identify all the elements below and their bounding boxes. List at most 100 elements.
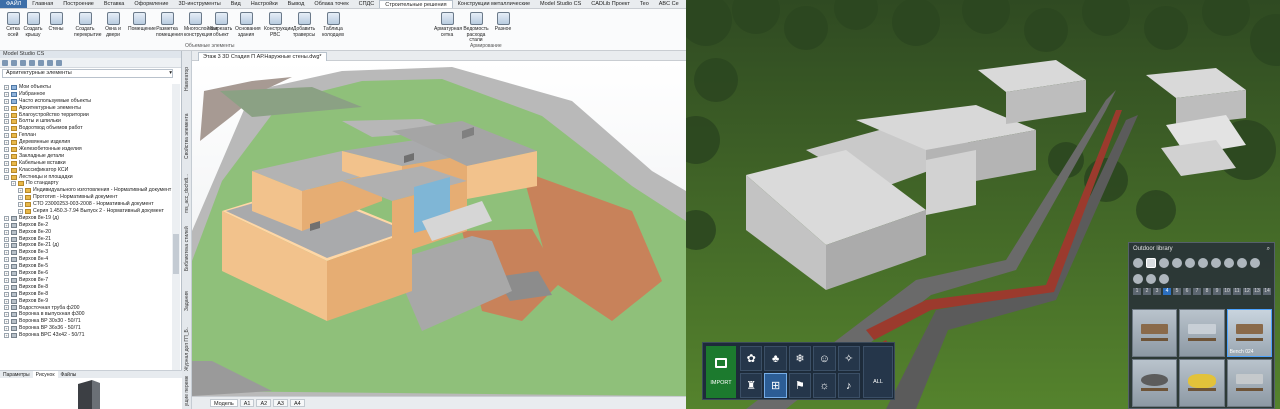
library-page[interactable]: 13 [1253,288,1261,295]
ribbon-button[interactable]: Помещение [128,12,156,33]
panel-tab[interactable]: Файлы [58,371,80,378]
tree-item[interactable]: + Воронка ВРС 43х42 - 50/71 [0,332,172,339]
tree-item[interactable]: + СТО 23000253-003-2008 - Нормативный док… [0,201,172,208]
ribbon-button[interactable]: Ведомость расхода стали [463,12,489,44]
forest-icon[interactable]: ❄ [788,346,812,371]
ribbon-button[interactable]: Разметка помещения [156,12,183,38]
expand-icon[interactable]: + [11,181,16,187]
library-page[interactable]: 10 [1223,288,1231,295]
folder-icon[interactable] [2,59,8,66]
ribbon-button[interactable]: Добавить траверсы [293,12,315,38]
tree-icon[interactable]: ♣ [764,346,787,371]
panel-tab[interactable]: Параметры [0,371,33,378]
side-tab[interactable]: Библиотека стилей [183,221,191,276]
car-icon[interactable]: ⚑ [788,373,812,398]
expand-icon[interactable]: + [4,119,9,125]
ribbon-button[interactable]: Вырезать объект [210,12,232,38]
ribbon-tab[interactable]: Вид [226,0,246,8]
cad-3d-viewport[interactable] [192,61,686,396]
tree-item[interactable]: + Деревянные изделия [0,139,172,146]
expand-icon[interactable]: + [4,257,9,263]
ribbon-tab[interactable]: Настройки [246,0,283,8]
library-item-selected[interactable]: Bench 024 [1226,309,1272,357]
side-tab[interactable]: Задания [183,281,191,321]
library-page[interactable]: 2 [1143,288,1151,295]
ribbon-tab[interactable]: Teo [635,0,654,8]
grid-icon[interactable] [38,59,44,66]
tree-item[interactable]: + Избранное [0,91,172,98]
effects-icon[interactable]: ✧ [837,346,860,371]
expand-icon[interactable]: + [4,326,9,332]
expand-icon[interactable]: + [4,174,9,180]
expand-icon[interactable]: + [4,291,9,297]
tree-item[interactable]: + Серия 1.450.3-7.94 Выпуск 2 - Нормативн… [0,208,172,215]
expand-icon[interactable]: + [4,270,9,276]
bench-category-icon[interactable] [1146,258,1156,269]
expand-icon[interactable]: + [4,333,9,338]
tree-item[interactable]: + Лестницы и площадки [0,174,172,181]
ribbon-tab[interactable]: Главная [27,0,58,8]
file-menu[interactable]: ФАЙЛ [0,0,28,8]
ribbon-tab[interactable]: Облака точек [309,0,353,8]
tree-item[interactable]: + Воронка в выпускная ф300 [0,311,172,318]
library-page[interactable]: 6 [1183,288,1191,295]
ribbon-tab[interactable]: ABC Ce [654,0,684,8]
ribbon-tab[interactable]: Построение [58,0,99,8]
expand-icon[interactable]: + [4,167,9,173]
people-icon[interactable]: ☺ [813,346,836,371]
expand-icon[interactable]: + [4,146,9,152]
expand-icon[interactable]: + [4,298,9,304]
rock-icon[interactable] [1159,273,1169,284]
star-icon[interactable] [1133,258,1143,269]
expand-icon[interactable]: + [4,91,9,97]
tree-item[interactable]: + Вирхов 8н-3 [0,249,172,256]
tree-item[interactable]: + Воронка ВР 30х30 - 50/71 [0,318,172,325]
tree-item[interactable]: + Вирхов 8н-20 [0,229,172,236]
library-item[interactable] [1179,309,1225,357]
tree-item[interactable]: + Вирхов 8н-21 (д) [0,242,172,249]
chair-icon[interactable]: ♜ [740,373,763,398]
text-icon[interactable] [1224,258,1234,269]
library-item[interactable] [1179,359,1225,407]
expand-icon[interactable]: + [4,264,9,270]
layout-tab[interactable]: A3 [273,399,288,407]
ribbon-tab[interactable]: CADLib Проект [586,0,635,8]
tree-item[interactable]: + Вирхов 8н-21 [0,236,172,243]
ribbon-tab[interactable]: 3D-инструменты [173,0,225,8]
library-item[interactable] [1226,359,1272,407]
expand-icon[interactable]: + [4,222,9,228]
tree-item[interactable]: + Классификатор КСИ [0,167,172,174]
ribbon-button[interactable]: Многослойная конструкция [184,12,218,38]
expand-icon[interactable]: + [4,105,9,111]
tree-item[interactable]: + Мои объекты [0,84,172,91]
ribbon-button[interactable]: Создать крышу [22,12,44,38]
ribbon-tab[interactable]: Конструкции металлические [453,0,535,8]
expand-icon[interactable]: + [4,126,9,132]
expand-icon[interactable]: + [18,195,23,201]
tree-item[interactable]: + Вирхов 8н-2 [0,222,172,229]
expand-icon[interactable]: + [18,202,23,208]
expand-icon[interactable]: + [4,84,9,90]
tree-item[interactable]: + Железобетонные изделия [0,146,172,153]
expand-icon[interactable]: + [4,236,9,242]
library-page[interactable]: 3 [1153,288,1161,295]
table-icon[interactable] [1133,273,1143,284]
outdoor-icon[interactable]: ⊞ [764,373,787,398]
library-page[interactable]: 12 [1243,288,1251,295]
nature-icon[interactable]: ✿ [740,346,763,371]
library-page[interactable]: 9 [1213,288,1221,295]
tree-item[interactable]: + Часто используемые объекты [0,98,172,105]
tree-item[interactable]: + Вирхов 8н-4 [0,256,172,263]
expand-icon[interactable]: + [4,140,9,146]
side-tab[interactable]: ms_acc_dochdt... [183,171,191,216]
ribbon-button[interactable]: Разное [490,12,516,33]
ribbon-tab[interactable]: Строительные решения [379,0,453,8]
side-tab[interactable]: Навигатор [183,56,191,101]
tree-item[interactable]: + Вирхов 8н-5 [0,263,172,270]
expand-icon[interactable]: + [4,277,9,283]
expand-icon[interactable]: + [4,319,9,325]
tree-scrollbar[interactable] [172,84,180,374]
layout-tab[interactable]: A4 [289,399,305,407]
expand-icon[interactable]: + [18,208,23,214]
tree-item[interactable]: + Воронка ВР 36х36 - 50/71 [0,325,172,332]
